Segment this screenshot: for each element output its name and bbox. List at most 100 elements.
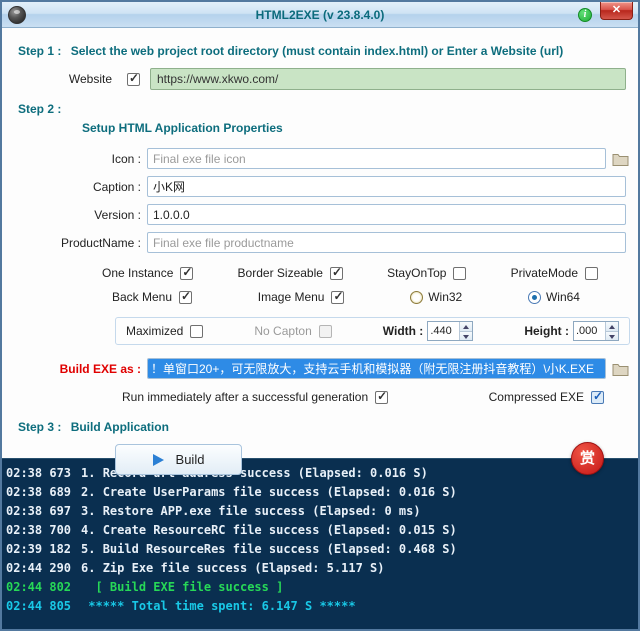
run-options-row: Run immediately after a successful gener… (2, 390, 638, 404)
width-up-arrow-icon[interactable] (460, 322, 472, 331)
build-button-label: Build (176, 452, 205, 467)
caption-row: Caption : (2, 176, 630, 197)
private-mode-label: PrivateMode (511, 266, 578, 280)
log-line: 02:44 290 6. Zip Exe file success (Elapse… (6, 559, 634, 578)
maximized-checkbox[interactable] (190, 325, 203, 338)
productname-label: ProductName : (2, 236, 147, 250)
width-spinner[interactable]: .440 (427, 321, 473, 341)
run-immediately-checkbox[interactable] (375, 391, 388, 404)
log-text: ***** Total time spent: 6.147 S ***** (81, 599, 356, 613)
width-label: Width : (383, 324, 424, 338)
log-line-total: 02:44 805 ***** Total time spent: 6.147 … (6, 597, 634, 616)
build-button-row: Build 赏 (2, 444, 638, 480)
height-label: Height : (524, 324, 569, 338)
height-value[interactable]: .000 (574, 322, 605, 340)
step1-label: Step 1 : (18, 44, 61, 58)
stay-on-top-checkbox[interactable] (453, 267, 466, 280)
log-time: 02:38 697 (6, 504, 71, 518)
log-time: 02:39 182 (6, 542, 71, 556)
productname-input[interactable] (147, 232, 626, 253)
maximized-label: Maximized (126, 324, 183, 338)
main-content: Step 1 : Select the web project root dir… (2, 28, 638, 458)
website-label: Website (2, 72, 120, 86)
option-win64: Win64 (528, 290, 580, 304)
version-row: Version : (2, 204, 630, 225)
no-capton-checkbox (319, 325, 332, 338)
log-text: 3. Restore APP.exe file success (Elapsed… (81, 504, 421, 518)
log-time: 02:44 290 (6, 561, 71, 575)
log-text: 6. Zip Exe file success (Elapsed: 5.117 … (81, 561, 384, 575)
option-one-instance: One Instance (102, 266, 193, 280)
log-text: [ Build EXE file success ] (81, 580, 283, 594)
version-label: Version : (2, 208, 147, 222)
build-exe-browse-button[interactable] (610, 360, 630, 378)
icon-browse-button[interactable] (610, 150, 630, 168)
log-time: 02:38 700 (6, 523, 71, 537)
one-instance-checkbox[interactable] (180, 267, 193, 280)
log-text: 2. Create UserParams file success (Elaps… (81, 485, 457, 499)
compressed-exe-checkbox[interactable] (591, 391, 604, 404)
icon-input[interactable] (147, 148, 606, 169)
win32-radio[interactable] (410, 291, 423, 304)
step1-text: Select the web project root directory (m… (71, 44, 564, 58)
icon-label: Icon : (2, 152, 147, 166)
build-exe-input[interactable]: ！单窗口20+，可无限放大，支持云手机和模拟器（附无限注册抖音教程）\小K.EX… (147, 358, 606, 379)
option-win32: Win32 (410, 290, 462, 304)
stay-on-top-label: StayOnTop (387, 266, 446, 280)
log-line: 02:38 700 4. Create ResourceRC file succe… (6, 521, 634, 540)
info-icon[interactable]: i (578, 8, 592, 22)
caption-input[interactable] (147, 176, 626, 197)
height-spinner-arrows (605, 322, 618, 340)
width-value[interactable]: .440 (428, 322, 459, 340)
app-icon (8, 6, 26, 24)
size-options-groupbox: Maximized No Capton Width : .440 Height (115, 317, 630, 345)
option-private-mode: PrivateMode (511, 266, 598, 280)
option-run-immediately: Run immediately after a successful gener… (122, 390, 388, 404)
option-compressed-exe: Compressed EXE (489, 390, 604, 404)
height-spinner[interactable]: .000 (573, 321, 619, 341)
build-button[interactable]: Build (115, 444, 242, 475)
option-no-capton: No Capton (254, 324, 331, 338)
option-stay-on-top: StayOnTop (387, 266, 466, 280)
step2-heading: Step 2 : (18, 102, 638, 116)
step1-heading: Step 1 : Select the web project root dir… (18, 44, 638, 58)
website-checkbox[interactable] (127, 73, 140, 86)
private-mode-checkbox[interactable] (585, 267, 598, 280)
option-image-menu: Image Menu (258, 290, 345, 304)
log-console[interactable]: 02:38 6731. Record url address success (… (2, 458, 638, 629)
border-sizeable-label: Border Sizeable (238, 266, 323, 280)
option-border-sizeable: Border Sizeable (238, 266, 343, 280)
options-row-2: Back Menu Image Menu Win32 Win64 (2, 290, 638, 304)
version-input[interactable] (147, 204, 626, 225)
win64-label: Win64 (546, 290, 580, 304)
back-menu-label: Back Menu (112, 290, 172, 304)
play-icon (153, 454, 164, 466)
win32-label: Win32 (428, 290, 462, 304)
productname-row: ProductName : (2, 232, 630, 253)
log-text: 5. Build ResourceRes file success (Elaps… (81, 542, 457, 556)
website-row: Website (2, 68, 626, 90)
image-menu-checkbox[interactable] (331, 291, 344, 304)
build-exe-label: Build EXE as : (2, 362, 147, 376)
website-input[interactable] (150, 68, 626, 90)
log-line: 02:38 689 2. Create UserParams file succe… (6, 483, 634, 502)
close-button[interactable]: ✕ (600, 2, 633, 20)
step3-heading: Step 3 : Build Application (18, 420, 638, 434)
one-instance-label: One Instance (102, 266, 173, 280)
app-window: HTML2EXE (v 23.8.4.0) i ✕ Step 1 : Selec… (0, 0, 640, 631)
folder-icon (612, 152, 629, 166)
log-text: 4. Create ResourceRC file success (Elaps… (81, 523, 457, 537)
run-immediately-label: Run immediately after a successful gener… (122, 390, 368, 404)
back-menu-checkbox[interactable] (179, 291, 192, 304)
border-sizeable-checkbox[interactable] (330, 267, 343, 280)
build-exe-value: ！单窗口20+，可无限放大，支持云手机和模拟器（附无限注册抖音教程）\小K.EX… (148, 358, 605, 379)
width-down-arrow-icon[interactable] (460, 331, 472, 341)
win64-radio[interactable] (528, 291, 541, 304)
option-back-menu: Back Menu (112, 290, 192, 304)
titlebar[interactable]: HTML2EXE (v 23.8.4.0) i ✕ (2, 2, 638, 28)
reward-button[interactable]: 赏 (571, 442, 604, 475)
log-time: 02:38 689 (6, 485, 71, 499)
step3-text: Build Application (71, 420, 169, 434)
height-up-arrow-icon[interactable] (606, 322, 618, 331)
height-down-arrow-icon[interactable] (606, 331, 618, 341)
